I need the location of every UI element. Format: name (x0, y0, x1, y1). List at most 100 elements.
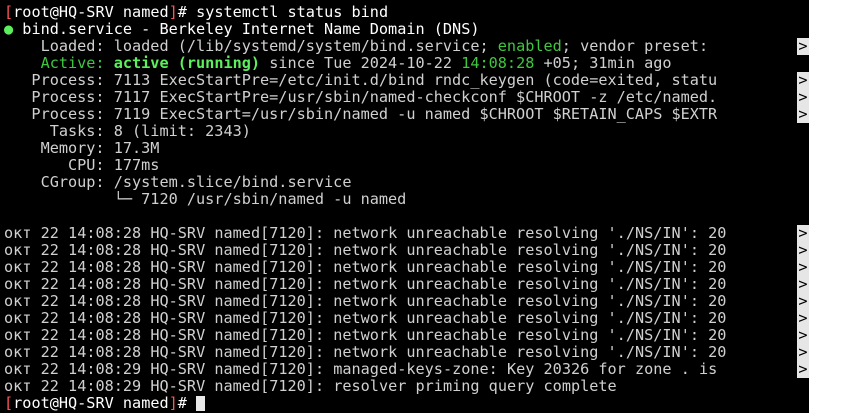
status-dot-icon: ● (4, 21, 14, 38)
log-separator (31, 242, 40, 259)
journal-log: окт 22 14:08:28 HQ-SRV named[7120]: netw… (0, 225, 809, 395)
log-time: 14:08:28 (68, 327, 142, 344)
log-month: окт (4, 310, 32, 327)
process-line: Process: 7117 ExecStartPre=/usr/sbin/nam… (0, 89, 809, 106)
prompt-dir: named (122, 4, 169, 21)
log-day: 22 (40, 293, 59, 310)
log-month: окт (4, 225, 32, 242)
log-separator (141, 344, 150, 361)
text-cursor (196, 396, 206, 411)
log-line: окт 22 14:08:28 HQ-SRV named[7120]: netw… (0, 259, 809, 276)
truncation-marker-icon: > (797, 106, 809, 123)
log-separator (141, 225, 150, 242)
log-time: 14:08:28 (68, 344, 142, 361)
prompt-hash: # (177, 4, 197, 21)
prompt-open-bracket: [ (4, 4, 14, 21)
log-month: окт (4, 293, 32, 310)
log-line: окт 22 14:08:28 HQ-SRV named[7120]: netw… (0, 327, 809, 344)
log-day: 22 (40, 378, 59, 395)
log-month: окт (4, 378, 32, 395)
cgroup-line: CGroup: /system.slice/bind.service (4, 174, 352, 191)
log-time: 14:08:29 (68, 378, 142, 395)
log-separator (141, 259, 150, 276)
log-separator (141, 361, 150, 378)
tasks-line: Tasks: 8 (limit: 2343) (4, 123, 251, 140)
log-time: 14:08:28 (68, 259, 142, 276)
log-message: HQ-SRV named[7120]: network unreachable … (150, 259, 727, 276)
log-separator (31, 310, 40, 327)
log-month: окт (4, 327, 32, 344)
loaded-line: Loaded: loaded (/lib/systemd/system/bind… (0, 38, 809, 55)
terminal-window[interactable]: [root@HQ-SRV named]# systemctl status bi… (0, 0, 809, 413)
log-month: окт (4, 259, 32, 276)
log-time: 14:08:28 (68, 276, 142, 293)
active-label: Active: (4, 55, 114, 72)
log-line: окт 22 14:08:28 HQ-SRV named[7120]: netw… (0, 242, 809, 259)
log-message: HQ-SRV named[7120]: network unreachable … (150, 276, 727, 293)
log-message: HQ-SRV named[7120]: resolver priming que… (150, 378, 617, 395)
log-message: HQ-SRV named[7120]: network unreachable … (150, 225, 727, 242)
log-separator (59, 242, 68, 259)
truncation-marker-icon: > (797, 38, 809, 55)
log-message: HQ-SRV named[7120]: network unreachable … (150, 242, 727, 259)
log-line: окт 22 14:08:29 HQ-SRV named[7120]: mana… (0, 361, 809, 378)
prompt-line-2: [root@HQ-SRV named]# (0, 395, 809, 412)
prompt-dir: named (122, 395, 169, 412)
log-message: HQ-SRV named[7120]: network unreachable … (150, 327, 727, 344)
log-day: 22 (40, 276, 59, 293)
log-separator (31, 259, 40, 276)
service-title: bind.service - Berkeley Internet Name Do… (13, 21, 480, 38)
log-separator (31, 327, 40, 344)
active-line: Active: active (running) since Tue 2024-… (0, 55, 809, 72)
log-separator (59, 225, 68, 242)
prompt-hash: # (177, 395, 197, 412)
log-day: 22 (40, 259, 59, 276)
command-text: systemctl status bind (196, 4, 389, 21)
process-line: Process: 7113 ExecStartPre=/etc/init.d/b… (0, 72, 809, 89)
log-day: 22 (40, 344, 59, 361)
log-time: 14:08:28 (68, 225, 142, 242)
log-message: HQ-SRV named[7120]: network unreachable … (150, 293, 727, 310)
loaded-value: loaded (/lib/systemd/system/bind.service… (113, 38, 498, 55)
log-separator (59, 327, 68, 344)
active-since-suffix: +05; 31min ago (534, 55, 672, 72)
log-month: окт (4, 344, 32, 361)
prompt-user-host: root@HQ-SRV (13, 395, 114, 412)
log-separator (59, 378, 68, 395)
truncation-marker-icon: > (797, 361, 809, 378)
enabled-state: enabled (497, 38, 562, 55)
truncation-marker-icon: > (797, 72, 809, 89)
log-day: 22 (40, 327, 59, 344)
log-separator (31, 361, 40, 378)
log-separator (59, 276, 68, 293)
log-separator (141, 327, 150, 344)
truncation-marker-icon: > (797, 327, 809, 344)
loaded-label: Loaded: (4, 38, 114, 55)
log-separator (141, 276, 150, 293)
active-since: since Tue 2024-10-22 (260, 55, 462, 72)
log-separator (141, 242, 150, 259)
log-separator (31, 378, 40, 395)
log-time: 14:08:28 (68, 293, 142, 310)
service-status-line: ● bind.service - Berkeley Internet Name … (0, 21, 809, 38)
active-state: active (running) (113, 55, 261, 72)
vendor-preset: ; vendor preset: (561, 38, 718, 55)
log-month: окт (4, 276, 32, 293)
log-separator (59, 293, 68, 310)
truncation-marker-icon: > (797, 89, 809, 106)
log-month: окт (4, 361, 32, 378)
log-separator (141, 293, 150, 310)
log-line: окт 22 14:08:28 HQ-SRV named[7120]: netw… (0, 310, 809, 327)
prompt-close-bracket: ] (168, 395, 178, 412)
log-day: 22 (40, 225, 59, 242)
log-separator (31, 225, 40, 242)
log-line: окт 22 14:08:29 HQ-SRV named[7120]: reso… (0, 378, 809, 395)
log-line: окт 22 14:08:28 HQ-SRV named[7120]: netw… (0, 225, 809, 242)
log-separator (59, 344, 68, 361)
truncation-marker-icon: > (797, 310, 809, 327)
log-separator (31, 276, 40, 293)
log-month: окт (4, 242, 32, 259)
process-text: Process: 7119 ExecStart=/usr/sbin/named … (4, 106, 718, 123)
